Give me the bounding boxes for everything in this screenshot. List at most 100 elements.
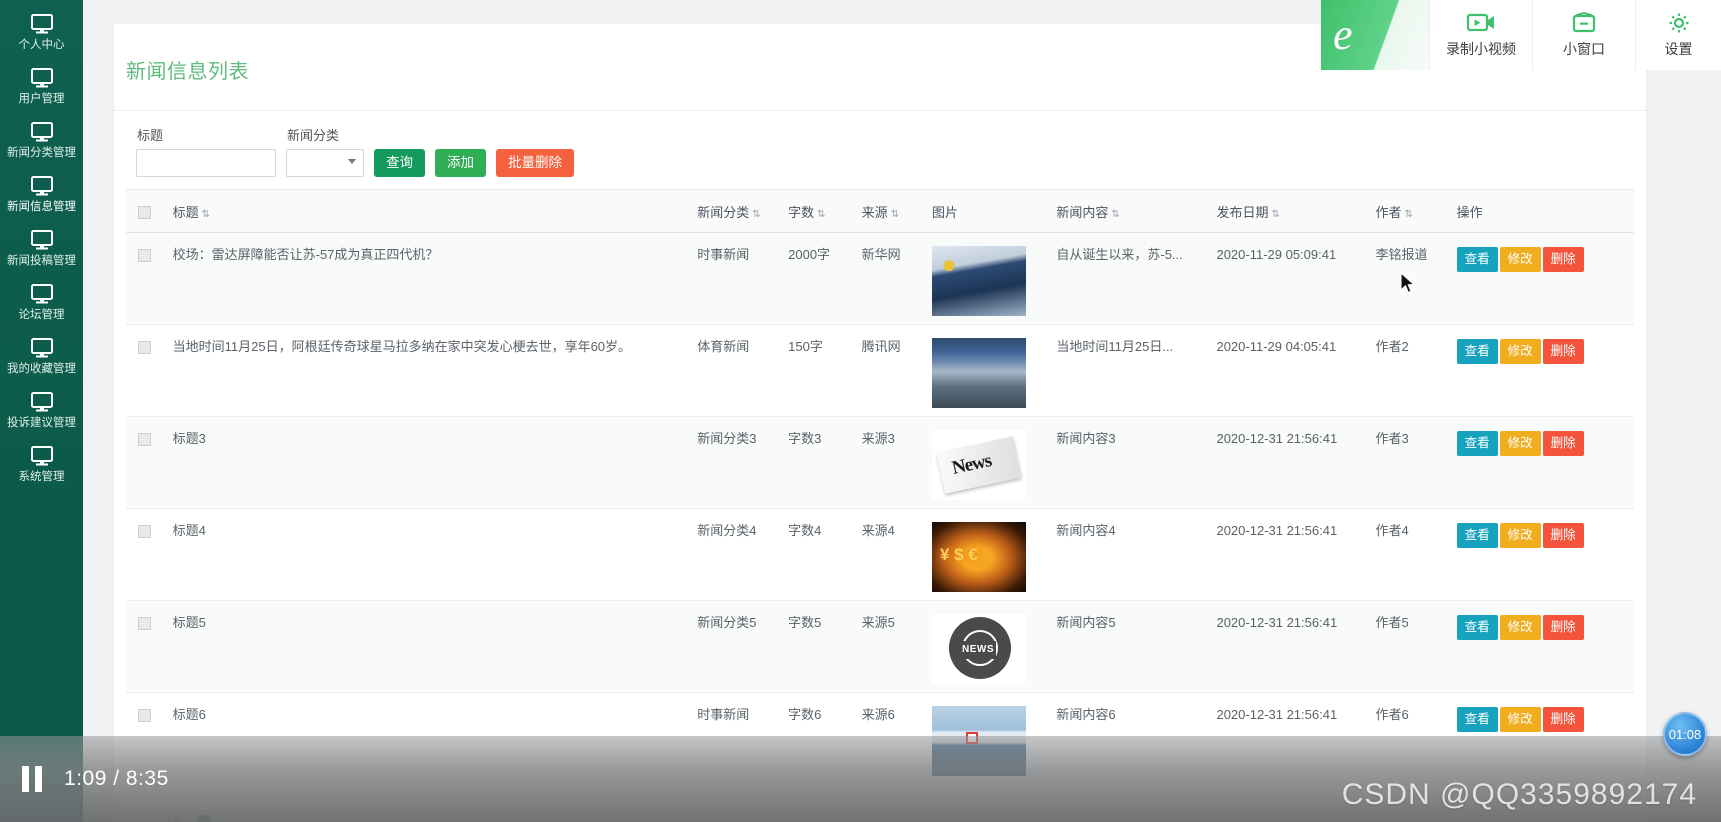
recording-timer-badge[interactable]: 01:08: [1663, 712, 1707, 756]
monitor-icon: [29, 338, 55, 358]
cell-title: 标题5: [160, 600, 686, 693]
row-checkbox[interactable]: [138, 432, 151, 446]
row-checkbox[interactable]: [138, 524, 151, 538]
th-title[interactable]: 标题 ⇅: [160, 188, 686, 233]
view-button[interactable]: 查看: [1456, 338, 1498, 364]
row-checkbox[interactable]: [138, 616, 151, 630]
th-source[interactable]: 来源 ⇅: [849, 188, 920, 233]
edit-button[interactable]: 修改: [1499, 430, 1541, 456]
th-category[interactable]: 新闻分类 ⇅: [685, 188, 777, 233]
table-row: 校场：雷达屏障能否让苏-57成为真正四代机？ 时事新闻 2000字 新华网 自从…: [126, 232, 1634, 325]
query-button[interactable]: 查询: [374, 148, 425, 177]
row-checkbox[interactable]: [138, 340, 151, 354]
row-action-group: 查看 修改 删除: [1456, 430, 1626, 456]
edit-button[interactable]: 修改: [1499, 706, 1541, 732]
sidebar-item-complaint-suggestion-management[interactable]: 投诉建议管理: [0, 382, 83, 436]
monitor-icon: [29, 122, 55, 142]
th-image: 图片: [919, 188, 1045, 233]
th-date-label: 发布日期: [1216, 204, 1269, 220]
cell-category: 新闻分类3: [685, 416, 777, 509]
cell-date: 2020-11-29 05:09:41: [1204, 232, 1364, 325]
cell-image: News: [919, 416, 1045, 509]
cell-source: 新华网: [849, 232, 920, 325]
cell-date: 2020-11-29 04:05:41: [1204, 324, 1364, 417]
th-author[interactable]: 作者 ⇅: [1363, 188, 1445, 233]
delete-button[interactable]: 删除: [1542, 430, 1584, 456]
sidebar-item-user-management[interactable]: 用户管理: [0, 58, 83, 112]
search-title-input[interactable]: [136, 148, 276, 177]
table-wrapper: 标题 ⇅ 新闻分类 ⇅ 字数 ⇅ 来源 ⇅ 图片 新闻内容 ⇅ 发布日期 ⇅ 作者 ⇅ 操作: [114, 188, 1646, 785]
table-header-row: 标题 ⇅ 新闻分类 ⇅ 字数 ⇅ 来源 ⇅ 图片 新闻内容 ⇅ 发布日期 ⇅ 作者 ⇅ 操作: [126, 188, 1634, 233]
cell-category: 时事新闻: [685, 232, 777, 325]
gear-icon: [1666, 12, 1692, 34]
search-category-select[interactable]: 时事新闻体育新闻: [286, 148, 364, 177]
th-category-label: 新闻分类: [697, 204, 750, 220]
cell-operations: 查看 修改 删除: [1444, 324, 1634, 417]
view-button[interactable]: 查看: [1456, 706, 1498, 732]
cell-title: 当地时间11月25日，阿根廷传奇球星马拉多纳在家中突发心梗去世，享年60岁。: [160, 324, 686, 417]
monitor-icon: [29, 446, 55, 466]
cell-checkbox: [126, 508, 161, 601]
view-button[interactable]: 查看: [1456, 522, 1498, 548]
sidebar-item-label: 新闻信息管理: [7, 201, 76, 213]
row-checkbox[interactable]: [138, 708, 151, 722]
add-button[interactable]: 添加: [435, 148, 486, 177]
news-thumbnail-image[interactable]: NEWS: [931, 613, 1026, 684]
news-thumbnail-image[interactable]: [931, 337, 1026, 408]
cell-image: [919, 508, 1045, 601]
th-source-label: 来源: [861, 204, 888, 220]
sidebar-item-news-category-management[interactable]: 新闻分类管理: [0, 112, 83, 166]
sidebar-item-my-favorites-management[interactable]: 我的收藏管理: [0, 328, 83, 382]
delete-button[interactable]: 删除: [1542, 522, 1584, 548]
th-date[interactable]: 发布日期 ⇅: [1204, 188, 1364, 233]
cell-image: [919, 324, 1045, 417]
cell-title: 标题3: [160, 416, 686, 509]
news-thumbnail-image[interactable]: [931, 521, 1026, 592]
sidebar-item-personal-center[interactable]: 个人中心: [0, 4, 83, 58]
record-video-label: 录制小视频: [1446, 40, 1516, 57]
th-words[interactable]: 字数 ⇅: [776, 188, 850, 233]
edit-button[interactable]: 修改: [1499, 338, 1541, 364]
sidebar-item-news-info-management[interactable]: 新闻信息管理: [0, 166, 83, 220]
row-action-group: 查看 修改 删除: [1456, 338, 1626, 364]
sidebar-item-label: 我的收藏管理: [7, 363, 76, 375]
cell-author: 作者5: [1363, 600, 1445, 693]
delete-button[interactable]: 删除: [1542, 614, 1584, 640]
th-image-label: 图片: [931, 204, 958, 220]
edit-button[interactable]: 修改: [1499, 522, 1541, 548]
select-all-checkbox[interactable]: [138, 205, 151, 219]
video-camera-icon: [1466, 12, 1496, 34]
delete-button[interactable]: 删除: [1542, 246, 1584, 272]
cell-image: [919, 232, 1045, 325]
delete-button[interactable]: 删除: [1542, 338, 1584, 364]
edit-button[interactable]: 修改: [1499, 246, 1541, 272]
record-video-button[interactable]: 录制小视频: [1429, 0, 1532, 70]
row-checkbox[interactable]: [138, 248, 151, 262]
cell-title: 校场：雷达屏障能否让苏-57成为真正四代机？: [160, 232, 686, 325]
pause-icon[interactable]: [22, 766, 46, 792]
news-table: 标题 ⇅ 新闻分类 ⇅ 字数 ⇅ 来源 ⇅ 图片 新闻内容 ⇅ 发布日期 ⇅ 作者 ⇅ 操作: [126, 188, 1634, 785]
view-button[interactable]: 查看: [1456, 430, 1498, 456]
row-action-group: 查看 修改 删除: [1456, 706, 1626, 732]
sidebar-item-forum-management[interactable]: 论坛管理: [0, 274, 83, 328]
settings-button[interactable]: 设置: [1635, 0, 1721, 70]
cell-words: 字数5: [776, 600, 850, 693]
sidebar-item-news-submission-management[interactable]: 新闻投稿管理: [0, 220, 83, 274]
cell-words: 2000字: [776, 232, 850, 325]
title-filter-group: 标题: [136, 125, 276, 177]
mini-window-button[interactable]: 小窗口: [1532, 0, 1635, 70]
edit-button[interactable]: 修改: [1499, 614, 1541, 640]
batch-delete-button[interactable]: 批量删除: [496, 148, 574, 177]
news-thumbnail-image[interactable]: News: [931, 429, 1026, 500]
cell-words: 字数3: [776, 416, 850, 509]
view-button[interactable]: 查看: [1456, 614, 1498, 640]
cell-author: 作者4: [1363, 508, 1445, 601]
cell-author: 作者2: [1363, 324, 1445, 417]
th-content[interactable]: 新闻内容 ⇅: [1044, 188, 1205, 233]
news-thumbnail-image[interactable]: [931, 245, 1026, 316]
player-time-display: 1:09 / 8:35: [64, 767, 169, 790]
sidebar-item-system-management[interactable]: 系统管理: [0, 436, 83, 490]
view-button[interactable]: 查看: [1456, 246, 1498, 272]
th-operations-label: 操作: [1456, 204, 1483, 220]
delete-button[interactable]: 删除: [1542, 706, 1584, 732]
